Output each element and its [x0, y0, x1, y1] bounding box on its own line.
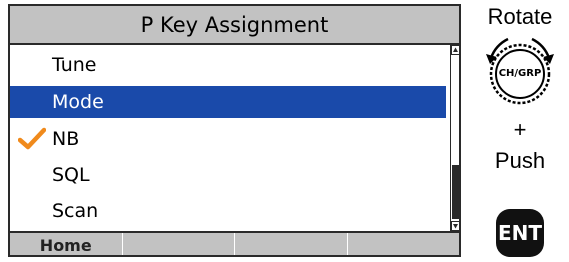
- softkey-3[interactable]: [235, 233, 348, 255]
- menu-item-sql[interactable]: SQL: [10, 159, 446, 191]
- control-instructions: Rotate CH/GRP + Push ENT: [471, 0, 569, 262]
- rotate-label: Rotate: [487, 4, 553, 29]
- menu-item-label: Scan: [52, 200, 99, 222]
- checkmark-icon: [18, 127, 46, 150]
- push-label: Push: [494, 148, 546, 173]
- menu-item-label: NB: [52, 128, 80, 150]
- ent-button[interactable]: ENT: [496, 209, 544, 257]
- menu-item-scan[interactable]: Scan: [10, 195, 446, 227]
- menu-item-label: Tune: [52, 54, 97, 76]
- softkey-bar: Home: [10, 231, 460, 255]
- menu-item-nb[interactable]: NB: [10, 123, 446, 155]
- dial-label: CH/GRP: [498, 68, 542, 79]
- menu-item-tune[interactable]: Tune: [10, 49, 446, 81]
- softkey-4[interactable]: [348, 233, 460, 255]
- scroll-down-arrow-icon[interactable]: [451, 221, 460, 231]
- menu-item-label: SQL: [52, 164, 90, 186]
- softkey-2[interactable]: [123, 233, 235, 255]
- ch-grp-dial[interactable]: CH/GRP: [477, 32, 563, 110]
- plus-label: +: [513, 117, 527, 142]
- scroll-up-arrow-icon[interactable]: [451, 45, 460, 55]
- lcd-screen: P Key Assignment Tune Mode NB SQL Scan H…: [8, 4, 461, 257]
- menu-list: Tune Mode NB SQL Scan: [10, 45, 446, 229]
- screen-title: P Key Assignment: [10, 6, 459, 45]
- softkey-home[interactable]: Home: [10, 233, 123, 255]
- menu-item-mode[interactable]: Mode: [10, 86, 446, 118]
- scrollbar[interactable]: [450, 45, 460, 231]
- menu-item-label: Mode: [52, 91, 104, 113]
- scroll-thumb[interactable]: [452, 165, 459, 219]
